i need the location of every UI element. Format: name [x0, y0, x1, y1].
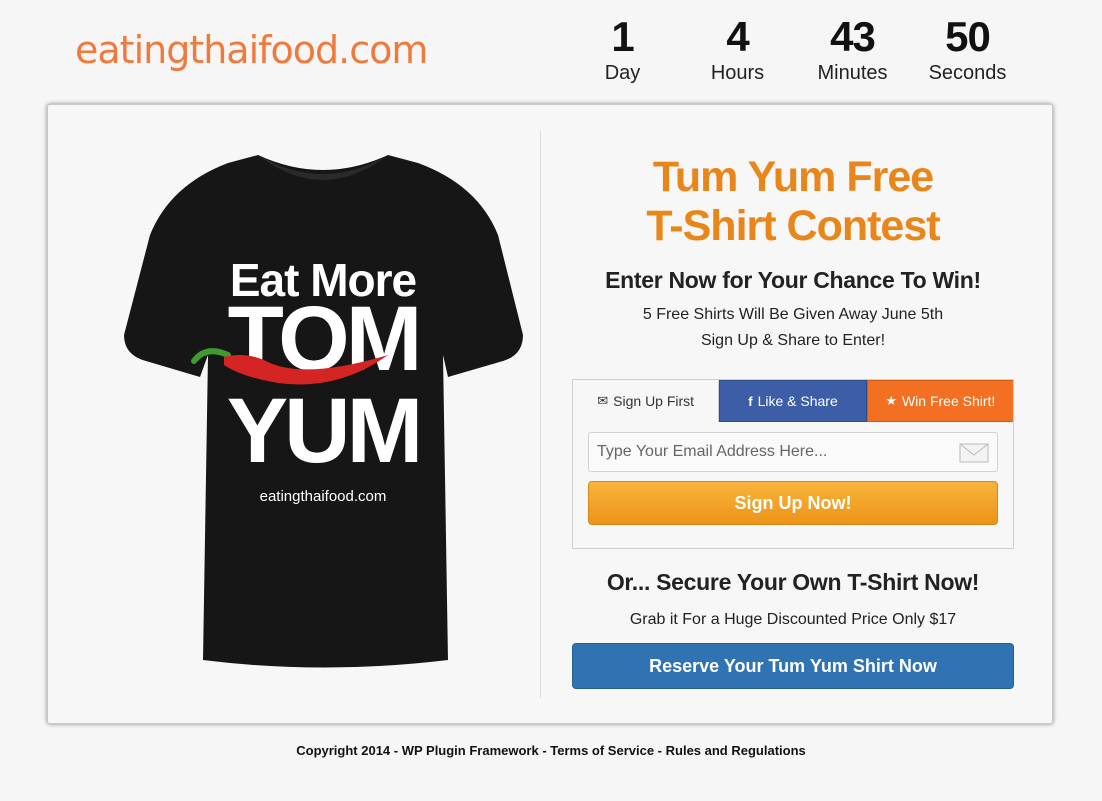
- countdown-label: Seconds: [928, 62, 1007, 84]
- tab-win-free-shirt[interactable]: ★ Win Free Shirt!: [866, 380, 1013, 422]
- tshirt-image: Eat More TOM YUM eatingthaifood.com: [118, 145, 528, 675]
- facebook-icon: f: [748, 393, 753, 409]
- contest-info-line1: 5 Free Shirts Will Be Given Away June 5t…: [642, 306, 944, 323]
- envelope-icon: ✉: [597, 393, 609, 408]
- email-field-wrapper: [588, 432, 998, 472]
- countdown-value: 43: [830, 13, 876, 60]
- site-logo[interactable]: eatingthaifood.com: [75, 28, 428, 72]
- reserve-shirt-button[interactable]: Reserve Your Tum Yum Shirt Now: [572, 643, 1014, 689]
- tab-label: Sign Up First: [613, 393, 695, 409]
- contest-title: Tum Yum Free T-Shirt Contest: [572, 153, 1014, 251]
- countdown-minutes: 43 Minutes: [795, 14, 910, 85]
- contest-subtitle: Enter Now for Your Chance To Win!: [605, 267, 981, 293]
- sign-up-button[interactable]: Sign Up Now!: [588, 481, 998, 525]
- countdown-label: Hours: [710, 62, 765, 84]
- shirt-text-yum: YUM: [226, 380, 423, 482]
- tab-like-share[interactable]: f Like & Share: [719, 380, 867, 422]
- contest-info-line2: Sign Up & Share to Enter!: [700, 332, 886, 349]
- contest-title-line2: T-Shirt Contest: [646, 202, 940, 250]
- secure-subtitle: Grab it For a Huge Discounted Price Only…: [629, 611, 957, 628]
- contest-title-line1: Tum Yum Free: [652, 153, 934, 201]
- tab-bar: ✉ Sign Up First f Like & Share ★ Win Fre…: [573, 380, 1013, 422]
- email-input[interactable]: [589, 433, 997, 471]
- shirt-text-site: eatingthaifood.com: [259, 488, 387, 505]
- countdown-value: 1: [611, 13, 634, 60]
- contest-card: Eat More TOM YUM eatingthaifood.com Tum …: [47, 104, 1053, 724]
- countdown-label: Minutes: [817, 62, 888, 84]
- tab-label: Win Free Shirt!: [901, 393, 996, 409]
- tab-sign-up-first[interactable]: ✉ Sign Up First: [573, 380, 720, 422]
- secure-title: Or... Secure Your Own T-Shirt Now!: [606, 569, 980, 595]
- countdown-seconds: 50 Seconds: [910, 14, 1025, 85]
- countdown-value: 4: [726, 13, 749, 60]
- vertical-divider: [540, 131, 541, 698]
- countdown-hours: 4 Hours: [680, 14, 795, 85]
- countdown-label: Day: [604, 62, 641, 84]
- entry-tabs: ✉ Sign Up First f Like & Share ★ Win Fre…: [572, 379, 1014, 549]
- envelope-icon: [959, 443, 989, 463]
- countdown-timer: 1 Day 4 Hours 43 Minutes 50 Seconds: [565, 14, 1025, 85]
- tab-label: Like & Share: [757, 393, 838, 409]
- countdown-days: 1 Day: [565, 14, 680, 85]
- footer-text: Copyright 2014 - WP Plugin Framework - T…: [296, 743, 806, 758]
- star-icon: ★: [885, 393, 897, 408]
- countdown-value: 50: [945, 13, 991, 60]
- contest-panel: Tum Yum Free T-Shirt Contest Enter Now f…: [572, 105, 1014, 689]
